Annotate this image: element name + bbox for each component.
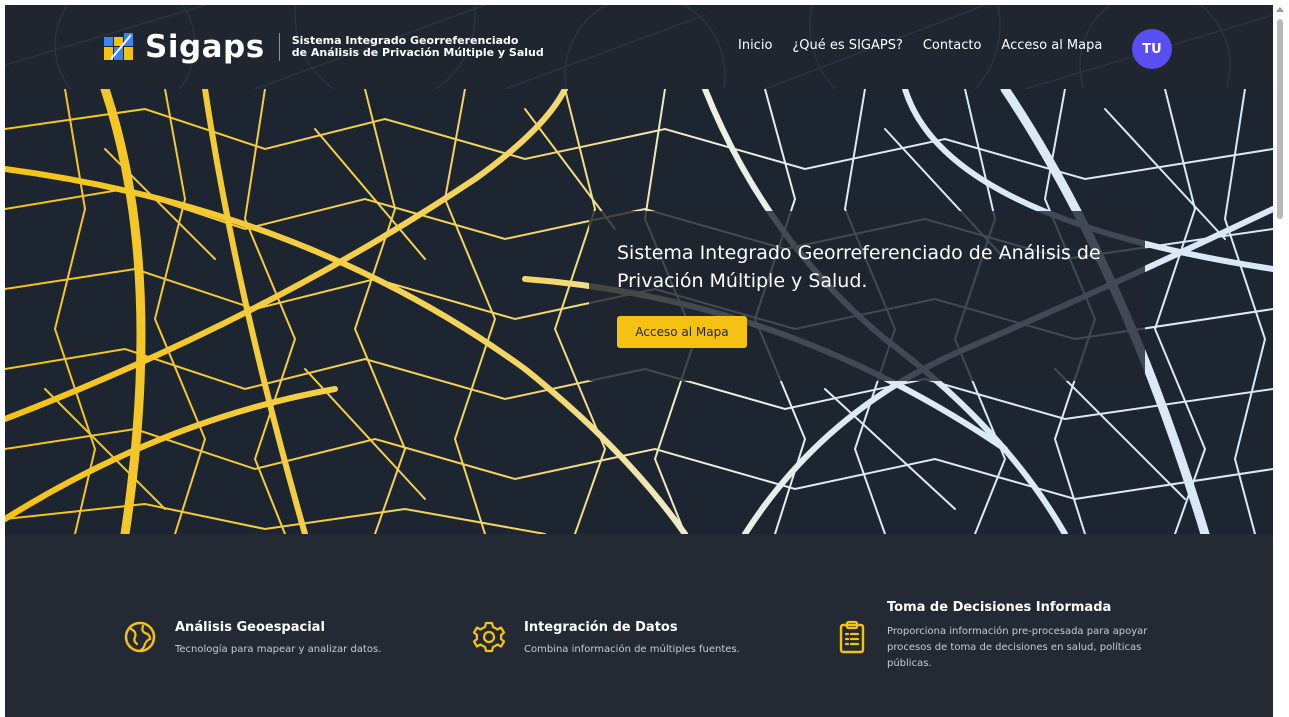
main-nav: Inicio ¿Qué es SIGAPS? Contacto Acceso a… [738, 38, 1122, 53]
page: Sigaps Sistema Integrado Georreferenciad… [5, 5, 1273, 717]
nav-que-es-sigaps[interactable]: ¿Qué es SIGAPS? [792, 38, 902, 53]
feature-description: Tecnología para mapear y analizar datos. [175, 644, 382, 655]
feature-description: Proporciona información pre-procesada pa… [887, 626, 1148, 669]
gear-icon [472, 621, 506, 653]
nav-contacto[interactable]: Contacto [923, 38, 982, 53]
site-header: Sigaps Sistema Integrado Georreferenciad… [5, 5, 1273, 89]
user-avatar[interactable]: TU [1132, 29, 1172, 69]
feature-title: Análisis Geoespacial [175, 620, 325, 635]
feature-title: Integración de Datos [524, 620, 678, 635]
scroll-up-arrow-icon[interactable] [1276, 7, 1284, 12]
features-section: Análisis Geoespacial Tecnología para map… [5, 534, 1273, 717]
hero-section: Sistema Integrado Georreferenciado de An… [5, 89, 1273, 534]
globe-icon [124, 621, 156, 653]
feature-title: Toma de Decisiones Informada [887, 600, 1112, 615]
hero-panel: Sistema Integrado Georreferenciado de An… [589, 211, 1145, 381]
nav-acceso-mapa[interactable]: Acceso al Mapa [1001, 38, 1102, 53]
hero-title: Sistema Integrado Georreferenciado de An… [617, 242, 1101, 292]
logo-divider [278, 33, 280, 61]
feature-description: Combina información de múltiples fuentes… [524, 644, 740, 655]
scrollbar-thumb[interactable] [1277, 19, 1283, 219]
logo-subtitle: Sistema Integrado Georreferenciado de An… [292, 35, 544, 59]
logo-text: Sigaps [145, 29, 265, 65]
logo-subtitle-line2: de Análisis de Privación Múltiple y Salu… [291, 46, 544, 59]
logo[interactable]: Sigaps Sistema Integrado Georreferenciad… [103, 27, 544, 67]
nav-inicio[interactable]: Inicio [738, 38, 772, 53]
logo-mark-icon [104, 33, 133, 60]
vertical-scrollbar[interactable] [1273, 5, 1289, 717]
hero-map-access-button[interactable]: Acceso al Mapa [617, 316, 747, 348]
clipboard-icon [839, 620, 865, 654]
